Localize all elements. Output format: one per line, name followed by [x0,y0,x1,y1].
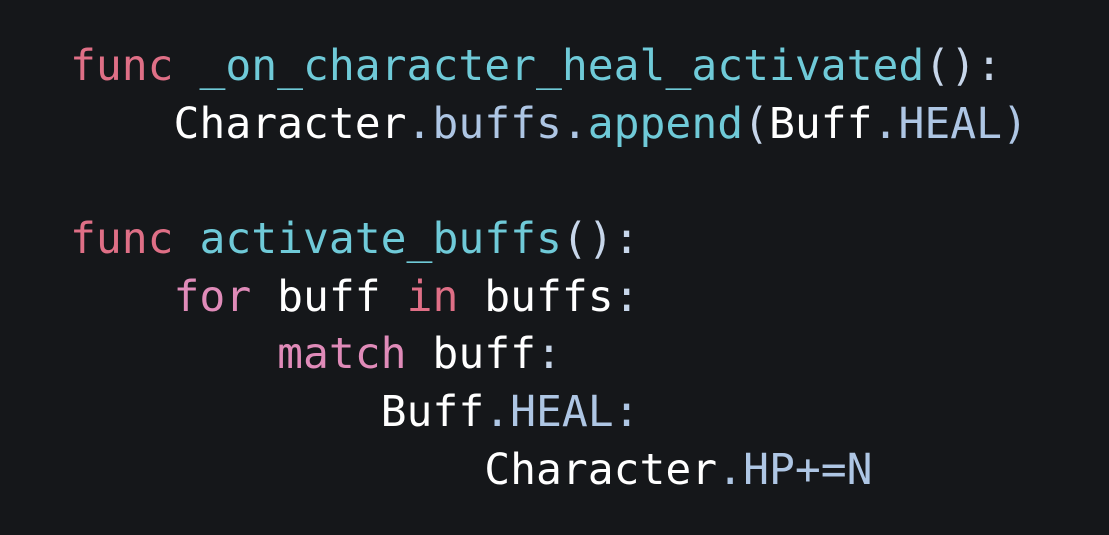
code-token-control: match [277,329,407,380]
code-line: Buff.HEAL: [70,384,1028,442]
code-token-identifier: Character [484,444,718,495]
code-token-function: activate_buffs [199,214,562,265]
code-token-keyword: func [70,214,174,265]
code-token-punct: : [536,329,562,380]
code-token-member: .HP+=N [717,444,873,495]
code-token-member: .HEAL) [872,98,1028,149]
code-snippet: func _on_character_heal_activated(): Char… [70,38,1028,500]
code-token-punct: : [613,271,640,322]
code-token-identifier [174,214,200,264]
code-token-identifier: Buff [769,98,873,149]
code-token-identifier: buffs [458,271,614,322]
code-token-identifier [174,41,200,91]
code-line: Character.buffs.append(Buff.HEAL) [70,96,1028,154]
code-line: Character.HP+=N [70,442,1028,500]
code-token-keyword: in [406,271,459,322]
code-token-keyword: func [70,41,174,91]
code-token-identifier: buff [406,329,536,380]
code-line: func _on_character_heal_activated(): [70,38,1028,96]
code-token-identifier: buff [251,271,407,322]
code-token-punct: (): [561,214,640,265]
code-line: match buff: [70,326,1028,384]
code-line: func activate_buffs(): [70,211,1028,269]
code-token-member: .buffs. [406,98,588,149]
code-token-member: .HEAL: [484,387,640,438]
code-token-identifier: Character [173,98,407,149]
code-token-function: append [587,98,744,149]
code-token-punct: ( [743,98,769,149]
code-token-control: for [173,271,252,322]
code-line: for buff in buffs: [70,269,1028,327]
code-token-punct: (): [924,41,1002,91]
code-token-function: _on_character_heal_activated [199,41,925,91]
code-token-identifier: Buff [380,387,485,438]
